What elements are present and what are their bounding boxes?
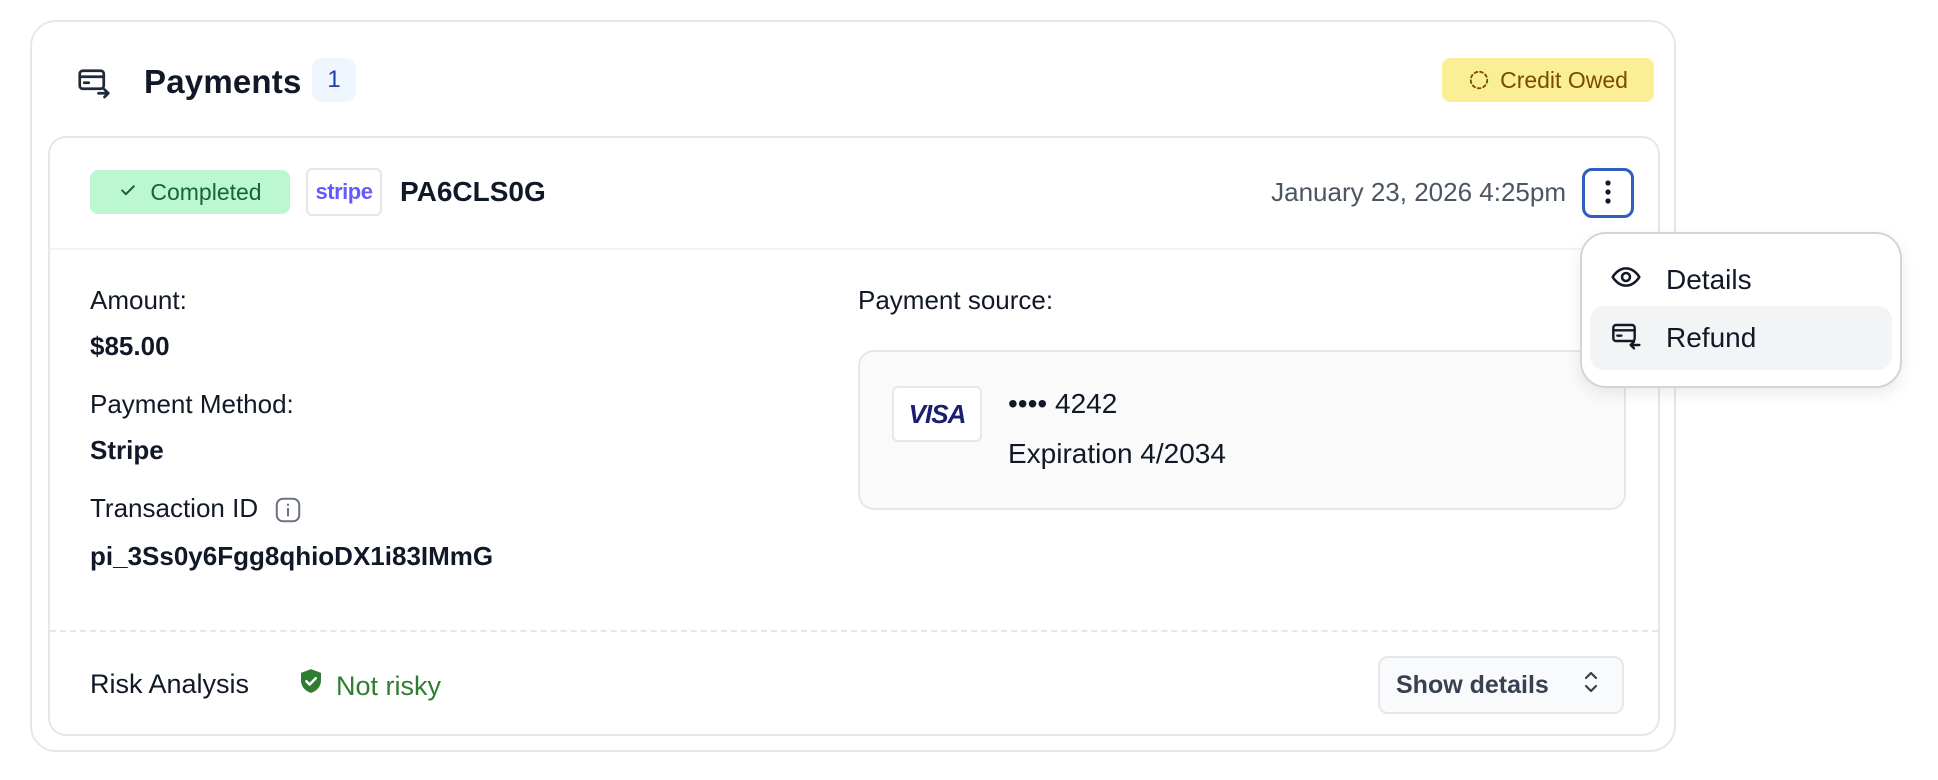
card-expiration: Expiration 4/2034 <box>1008 438 1226 469</box>
risk-analysis-row: Risk Analysis Not risky Show details <box>50 630 1658 736</box>
menu-item-label: Refund <box>1666 322 1757 353</box>
payment-method-value: Stripe <box>90 435 164 465</box>
check-icon <box>118 179 138 206</box>
show-details-label: Show details <box>1396 670 1549 699</box>
payment-source-label: Payment source: <box>858 285 1054 315</box>
payment-method-label: Payment Method: <box>90 389 294 419</box>
stripe-logo: stripe <box>306 168 382 216</box>
transaction-id-value: pi_3Ss0y6Fgg8qhioDX1i83IMmG <box>90 541 494 571</box>
visa-logo: VISA <box>892 386 982 442</box>
payment-source-card: VISA •••• 4242 Expiration 4/2034 <box>858 350 1626 510</box>
risk-status: Not risky <box>296 666 441 705</box>
payments-card: Payments 1 Credit Owed Completed stripe … <box>30 20 1676 752</box>
card-transfer-icon <box>74 62 114 102</box>
menu-item-details[interactable]: Details <box>1590 248 1892 312</box>
card-refund-icon <box>1610 319 1642 358</box>
payment-entry-header: Completed stripe PA6CLS0G January 23, 20… <box>50 138 1658 250</box>
menu-item-refund[interactable]: Refund <box>1590 306 1892 370</box>
transaction-id-label: Transaction ID <box>90 493 259 523</box>
more-vertical-icon <box>1604 179 1612 208</box>
page-title: Payments <box>144 63 302 100</box>
more-actions-button[interactable] <box>1582 168 1634 218</box>
risk-status-label: Not risky <box>336 670 442 701</box>
status-label: Completed <box>150 178 262 205</box>
show-details-button[interactable]: Show details <box>1378 656 1624 714</box>
amount-value: $85.00 <box>90 331 170 361</box>
actions-dropdown-menu: Details Refund <box>1580 232 1902 388</box>
credit-owed-label: Credit Owed <box>1500 66 1628 93</box>
loader-dashed-icon <box>1468 69 1490 91</box>
chevron-up-down-icon <box>1582 669 1600 702</box>
payments-count-badge: 1 <box>312 58 356 102</box>
credit-owed-badge: Credit Owed <box>1442 58 1654 102</box>
risk-analysis-label: Risk Analysis <box>90 669 250 699</box>
amount-label: Amount: <box>90 285 187 315</box>
eye-icon <box>1610 261 1642 300</box>
status-badge: Completed <box>90 170 290 214</box>
info-icon[interactable] <box>273 495 303 525</box>
shield-check-icon <box>296 666 326 705</box>
payment-date: January 23, 2026 4:25pm <box>1271 177 1566 207</box>
payment-entry: Completed stripe PA6CLS0G January 23, 20… <box>48 136 1660 736</box>
menu-item-label: Details <box>1666 264 1752 295</box>
card-number: •••• 4242 <box>1008 388 1118 419</box>
transaction-id-label-row: Transaction ID <box>90 490 303 526</box>
payment-code: PA6CLS0G <box>400 176 546 207</box>
